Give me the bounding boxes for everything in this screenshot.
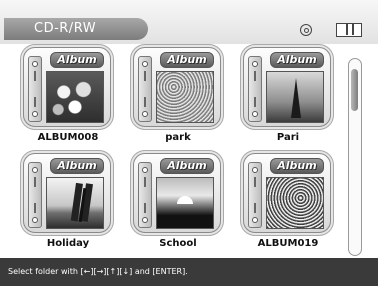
folder-label: park [165, 132, 191, 143]
album-tab: Album [50, 158, 104, 174]
ring-icon [142, 167, 148, 173]
folder-label: Pari [276, 132, 300, 143]
folder-grid: Album ALBUM008 Album park Album Pari Alb… [20, 44, 340, 256]
album-thumbnail [46, 71, 104, 123]
folder-item[interactable]: Album School [130, 150, 226, 254]
header-bar: CD-R/RW [0, 0, 378, 44]
battery-icon [336, 23, 362, 37]
binder-spine [138, 56, 152, 122]
ring-icon [252, 111, 258, 117]
ring-icon [142, 61, 148, 67]
album-tab: Album [160, 158, 214, 174]
scroll-thumb[interactable] [351, 69, 358, 111]
ring-icon [32, 167, 38, 173]
binder-spine [28, 56, 42, 122]
spine-bar [34, 97, 36, 107]
album-thumbnail [46, 177, 104, 229]
folder-item[interactable]: Album park [130, 44, 226, 148]
binder-spine [248, 56, 262, 122]
ring-icon [32, 61, 38, 67]
spine-bar [34, 177, 36, 187]
album-tab: Album [270, 52, 324, 68]
spine-bar [34, 71, 36, 81]
footer-hint-bar: Select folder with [←][→][↑][↓] and [ENT… [0, 258, 378, 286]
spine-bar [254, 71, 256, 81]
scrollbar[interactable] [348, 58, 362, 256]
album-thumbnail [266, 71, 324, 123]
album-tab: Album [160, 52, 214, 68]
binder-spine [248, 162, 262, 228]
ring-icon [142, 217, 148, 223]
spine-bar [144, 203, 146, 213]
album-thumbnail [156, 177, 214, 229]
ring-icon [252, 217, 258, 223]
binder-spine [138, 162, 152, 228]
ring-icon [252, 167, 258, 173]
folder-label: Holiday [46, 238, 90, 249]
folder-label: School [159, 238, 197, 249]
spine-bar [144, 177, 146, 187]
folder-item[interactable]: Album Holiday [20, 150, 116, 254]
spine-bar [254, 97, 256, 107]
folder-label: ALBUM019 [257, 238, 319, 249]
footer-hint: Select folder with [←][→][↑][↓] and [ENT… [8, 267, 188, 276]
disc-icon [300, 24, 312, 36]
screen: CD-R/RW Album ALBUM008 Album park Album … [0, 0, 378, 286]
album-card[interactable]: Album [133, 47, 221, 127]
album-card[interactable]: Album [23, 47, 111, 127]
spine-bar [254, 177, 256, 187]
binder-spine [28, 162, 42, 228]
album-tab: Album [270, 158, 324, 174]
ring-icon [252, 61, 258, 67]
album-tab: Album [50, 52, 104, 68]
folder-item[interactable]: Album ALBUM008 [20, 44, 116, 148]
folder-item[interactable]: Album ALBUM019 [240, 150, 336, 254]
media-title: CD-R/RW [4, 18, 148, 40]
album-card[interactable]: Album [23, 153, 111, 233]
album-thumbnail [266, 177, 324, 229]
spine-bar [144, 71, 146, 81]
album-card[interactable]: Album [133, 153, 221, 233]
ring-icon [32, 111, 38, 117]
ring-icon [32, 217, 38, 223]
album-card[interactable]: Album [243, 153, 331, 233]
album-thumbnail [156, 71, 214, 123]
folder-label: ALBUM008 [37, 132, 99, 143]
folder-item[interactable]: Album Pari [240, 44, 336, 148]
spine-bar [34, 203, 36, 213]
album-card[interactable]: Album [243, 47, 331, 127]
spine-bar [254, 203, 256, 213]
ring-icon [142, 111, 148, 117]
spine-bar [144, 97, 146, 107]
